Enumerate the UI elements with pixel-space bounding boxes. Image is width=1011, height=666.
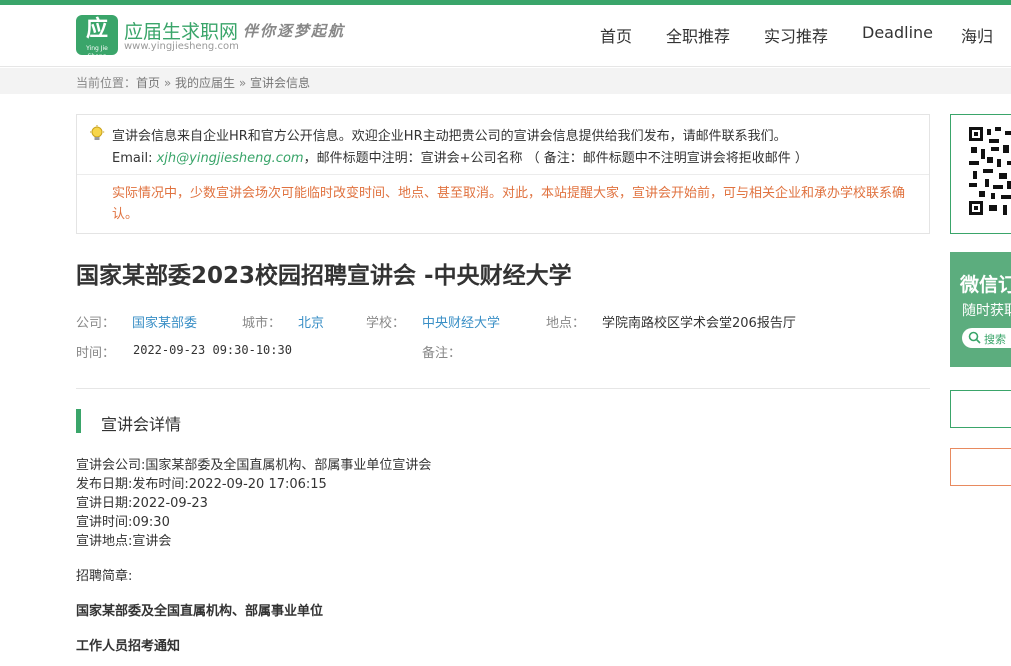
location-value: 学院南路校区学术会堂206报告厅 — [602, 316, 796, 331]
breadcrumb-bar: 当前位置：首页 » 我的应届生 » 宣讲会信息 — [0, 68, 1011, 94]
breadcrumb-home[interactable]: 首页 — [136, 76, 160, 90]
email-label: Email: — [112, 151, 157, 166]
section-accent-bar — [76, 409, 81, 433]
site-logo[interactable]: 应 Ying Jie Sheng — [76, 15, 118, 60]
school-label: 学校： — [366, 316, 406, 331]
location-label: 地点： — [546, 316, 586, 331]
section-divider — [76, 388, 930, 389]
site-header: 应 Ying Jie Sheng 应届生求职网 伴你逐梦起航 www.yingj… — [0, 5, 1011, 67]
breadcrumb: 当前位置：首页 » 我的应届生 » 宣讲会信息 — [76, 74, 310, 91]
company-link[interactable]: 国家某部委 — [132, 312, 197, 331]
breadcrumb-sep: » — [235, 76, 251, 90]
nav-overseas[interactable]: 海归 — [961, 23, 993, 47]
logo-glyph: 应 — [85, 17, 108, 42]
detail-line: 宣讲日期:2022-09-23 — [76, 496, 208, 511]
time-label: 时间： — [76, 346, 116, 361]
school-link[interactable]: 中央财经大学 — [422, 312, 500, 331]
detail-line: 宣讲时间:09:30 — [76, 515, 170, 530]
section-title: 宣讲会详情 — [101, 415, 182, 434]
notice-divider — [77, 174, 929, 175]
nav-fulltime[interactable]: 全职推荐 — [666, 23, 730, 47]
page-title: 国家某部委2023校园招聘宣讲会 -中央财经大学 — [76, 263, 572, 289]
wechat-title: 微信订 — [960, 274, 1011, 296]
sidebar-green-button[interactable] — [950, 390, 1011, 428]
company-label: 公司： — [76, 316, 116, 331]
logo-pinyin: Ying Jie Sheng — [86, 45, 108, 60]
email-note: ，邮件标题中注明：宣讲会+公司名称 （ 备注：邮件标题中不注明宣讲会将拒收邮件 … — [303, 151, 808, 166]
recruit-heading: 国家某部委及全国直属机构、部属事业单位 — [76, 604, 324, 619]
remark-label: 备注： — [422, 346, 462, 361]
time-value: 2022-09-23 09:30-10:30 — [133, 343, 292, 357]
sidebar-orange-button[interactable] — [950, 448, 1011, 486]
city-link[interactable]: 北京 — [298, 312, 324, 331]
city-label: 城市： — [242, 316, 282, 331]
detail-line: 发布日期:发布时间:2022-09-20 17:06:15 — [76, 477, 327, 492]
search-icon — [968, 331, 981, 344]
qr-code-box — [950, 114, 1011, 234]
wechat-subtitle: 随时获取 — [962, 303, 1011, 319]
wechat-subscribe-box: 微信订 随时获取 搜索 — [950, 252, 1011, 367]
nav-home[interactable]: 首页 — [600, 23, 632, 47]
brand-name[interactable]: 应届生求职网 — [124, 17, 238, 44]
email-link[interactable]: xjh@yingjiesheng.com — [157, 151, 304, 166]
nav-deadline[interactable]: Deadline — [862, 23, 933, 42]
notice-line1: 宣讲会信息来自企业HR和官方公开信息。欢迎企业HR主动把贵公司的宣讲会信息提供给… — [112, 129, 787, 144]
breadcrumb-my[interactable]: 我的应届生 — [175, 76, 235, 90]
qr-code-icon — [967, 125, 1011, 217]
brand-slogan: 伴你逐梦起航 — [243, 22, 346, 40]
wechat-search-text: 搜索 — [984, 333, 1006, 346]
detail-line: 宣讲会公司:国家某部委及全国直属机构、部属事业单位宣讲会 — [76, 458, 432, 473]
recruit-subheading: 工作人员招考通知 — [76, 639, 181, 654]
lightbulb-icon — [90, 125, 105, 140]
site-url: www.yingjiesheng.com — [124, 41, 239, 52]
notice-line2: Email: xjh@yingjiesheng.com，邮件标题中注明：宣讲会+… — [112, 147, 808, 166]
breadcrumb-current[interactable]: 宣讲会信息 — [250, 76, 310, 90]
recruit-label: 招聘简章: — [76, 569, 133, 584]
breadcrumb-prefix: 当前位置： — [76, 76, 137, 90]
notice-box: 宣讲会信息来自企业HR和官方公开信息。欢迎企业HR主动把贵公司的宣讲会信息提供给… — [76, 114, 930, 234]
notice-warning: 实际情况中，少数宣讲会场次可能临时改变时间、地点、甚至取消。对此，本站提醒大家，… — [112, 186, 906, 222]
nav-internship[interactable]: 实习推荐 — [764, 23, 828, 47]
breadcrumb-sep: » — [160, 76, 176, 90]
wechat-search-pill[interactable]: 搜索 — [962, 328, 1011, 348]
detail-line: 宣讲地点:宣讲会 — [76, 534, 172, 549]
